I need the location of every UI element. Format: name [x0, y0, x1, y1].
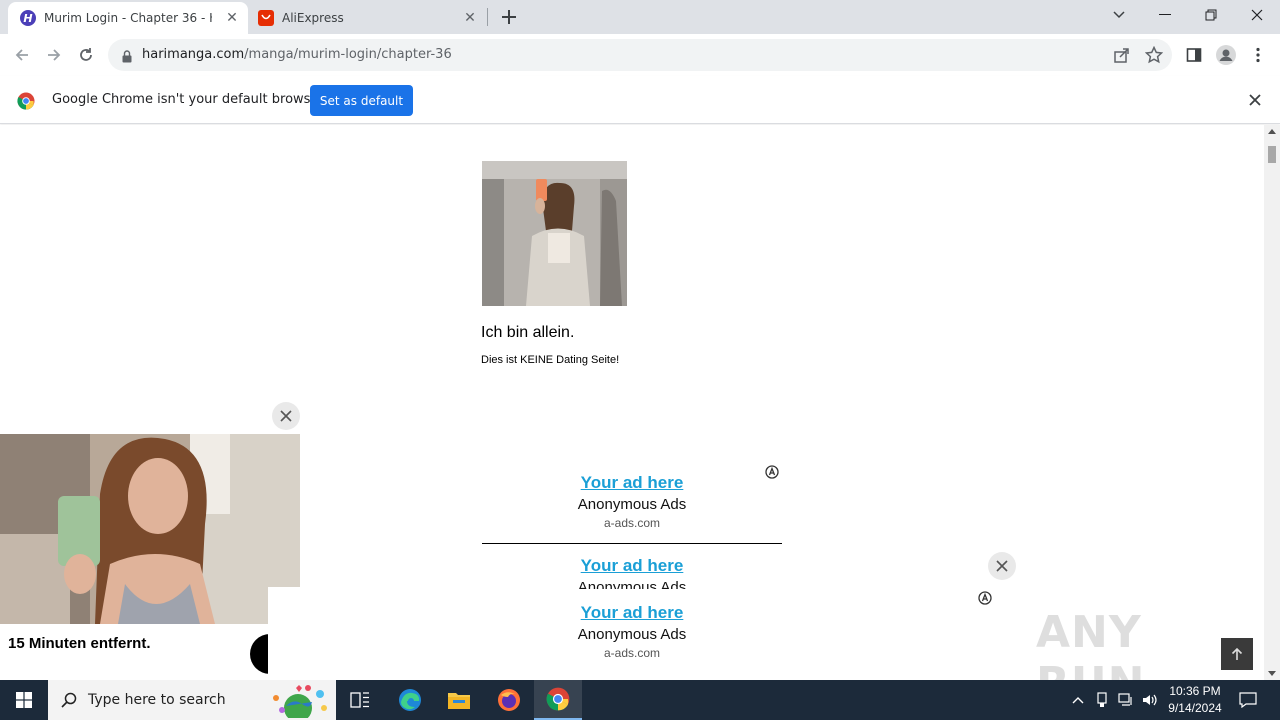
infobar-message: Google Chrome isn't your default browser: [52, 92, 324, 107]
close-window-icon[interactable]: [1234, 0, 1280, 30]
restore-icon[interactable]: [1188, 0, 1234, 30]
ad-photo[interactable]: [482, 161, 627, 306]
tab-title: Murim Login - Chapter 36 - HAR: [44, 11, 212, 25]
default-browser-infobar: Google Chrome isn't your default browser…: [0, 76, 1280, 124]
tray-chevron-icon[interactable]: [1068, 680, 1088, 720]
search-highlight-icon: [262, 684, 332, 722]
popup-close-button[interactable]: [272, 402, 300, 430]
aads-logo-icon[interactable]: [978, 590, 992, 605]
edge-icon[interactable]: [386, 680, 434, 720]
set-as-default-button[interactable]: Set as default: [310, 85, 413, 116]
tab-strip: H Murim Login - Chapter 36 - HAR ✕ AliEx…: [0, 0, 1280, 34]
chrome-taskbar-icon[interactable]: [534, 680, 582, 720]
url-text[interactable]: harimanga.com/manga/murim-login/chapter-…: [142, 47, 452, 62]
minimize-icon[interactable]: [1142, 0, 1188, 30]
address-bar[interactable]: harimanga.com/manga/murim-login/chapter-…: [108, 39, 1172, 71]
harimanga-h-icon: H: [20, 10, 36, 26]
search-icon: [61, 692, 77, 712]
popup-ad-text[interactable]: 15 Minuten entfernt.: [8, 635, 151, 652]
tab-separator: [487, 8, 488, 26]
share-icon[interactable]: [1113, 46, 1131, 64]
url-path: /manga/murim-login/chapter-36: [244, 47, 452, 62]
task-view-icon[interactable]: [336, 680, 384, 720]
windows-start-icon[interactable]: [0, 680, 48, 720]
aads-domain: a-ads.com: [603, 516, 661, 530]
scroll-down-arrow-icon[interactable]: [1268, 671, 1276, 676]
popup-ad-overlay: [268, 587, 313, 680]
firefox-icon[interactable]: [485, 680, 533, 720]
aads-title-link[interactable]: Your ad here: [482, 556, 782, 576]
browser-toolbar: harimanga.com/manga/murim-login/chapter-…: [0, 34, 1280, 76]
profile-avatar-icon[interactable]: [1216, 45, 1236, 65]
aads-block[interactable]: Your ad here Anonymous Ads a-ads.com: [482, 603, 782, 660]
kebab-menu-icon[interactable]: [1248, 45, 1268, 65]
tab-close-icon[interactable]: ✕: [224, 10, 240, 26]
side-panel-icon[interactable]: [1184, 45, 1204, 65]
clock-date: 9/14/2024: [1168, 701, 1222, 715]
tab-murim-login[interactable]: H Murim Login - Chapter 36 - HAR ✕: [8, 2, 248, 34]
aads-brand: Anonymous Ads: [577, 496, 687, 513]
taskbar-clock[interactable]: 10:36 PM 9/14/2024: [1166, 683, 1224, 717]
popup-ad[interactable]: 15 Minuten entfernt.: [0, 434, 313, 680]
usb-device-icon[interactable]: [1092, 680, 1112, 720]
scroll-to-top-button[interactable]: [1221, 638, 1253, 670]
aads-brand: Anonymous Ads: [577, 579, 687, 589]
scroll-up-arrow-icon[interactable]: [1268, 129, 1276, 134]
file-explorer-icon[interactable]: [435, 680, 483, 720]
windows-taskbar: Type here to search 10:36 PM 9/14/2024: [0, 680, 1280, 722]
popup-ad-photo[interactable]: [0, 434, 300, 624]
ad-subtitle[interactable]: Dies ist KEINE Dating Seite!: [481, 354, 619, 366]
forward-icon[interactable]: [42, 43, 66, 67]
volume-icon[interactable]: [1140, 680, 1160, 720]
scrollbar-thumb[interactable]: [1268, 146, 1276, 163]
aads-title-link[interactable]: Your ad here: [482, 473, 782, 493]
bookmark-star-icon[interactable]: [1144, 45, 1164, 64]
tab-aliexpress[interactable]: AliExpress ✕: [248, 2, 486, 34]
aads-brand: Anonymous Ads: [577, 626, 687, 643]
reload-icon[interactable]: [74, 43, 98, 67]
ad-close-button[interactable]: [988, 552, 1016, 580]
divider: [482, 543, 782, 544]
ad-headline[interactable]: Ich bin allein.: [481, 324, 574, 342]
aads-block[interactable]: Your ad here Anonymous Ads: [482, 556, 782, 589]
page-content: Ich bin allein. Dies ist KEINE Dating Se…: [0, 125, 1264, 680]
tab-search-chevron-icon[interactable]: [1096, 0, 1142, 30]
taskbar-search-box[interactable]: Type here to search: [48, 680, 336, 722]
tab-title: AliExpress: [282, 11, 344, 25]
aads-block[interactable]: Your ad here Anonymous Ads a-ads.com: [482, 473, 782, 530]
page-scrollbar[interactable]: [1264, 125, 1280, 680]
clock-time: 10:36 PM: [1169, 684, 1221, 698]
url-host: harimanga.com: [142, 47, 245, 62]
new-tab-icon[interactable]: [500, 8, 518, 26]
aads-domain: a-ads.com: [603, 646, 661, 660]
infobar-close-icon[interactable]: [1248, 92, 1264, 108]
notifications-icon[interactable]: [1236, 680, 1260, 720]
aliexpress-icon: [258, 10, 274, 26]
tab-close-icon[interactable]: ✕: [462, 10, 478, 26]
back-icon[interactable]: [10, 43, 34, 67]
lock-icon[interactable]: [122, 48, 132, 67]
search-placeholder: Type here to search: [88, 692, 226, 708]
network-icon[interactable]: [1116, 680, 1136, 720]
chrome-logo-icon: [17, 92, 35, 114]
aads-title-link[interactable]: Your ad here: [482, 603, 782, 623]
